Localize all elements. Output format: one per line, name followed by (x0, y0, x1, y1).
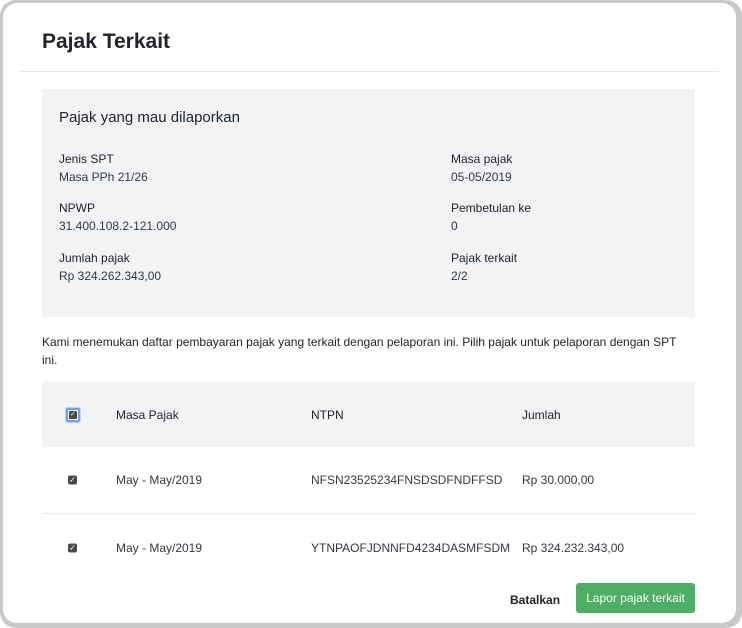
instruction-text: Kami menemukan daftar pembayaran pajak y… (42, 335, 677, 367)
field-pembetulan: Pembetulan ke 0 (451, 200, 531, 234)
field-label: NPWP (59, 201, 95, 215)
field-value: 31.400.108.2-121.000 (59, 219, 177, 233)
cell-masa-pajak: May - May/2019 (116, 540, 203, 555)
cell-jumlah: Rp 30.000,00 (522, 473, 595, 487)
field-label: Jenis SPT (59, 152, 114, 166)
report-related-tax-button[interactable]: Lapor pajak terkait (576, 583, 695, 613)
cell-masa-pajak: May - May/2019 (116, 473, 203, 487)
title-divider (19, 71, 719, 72)
checkbox-checked-icon: ✓ (69, 410, 77, 419)
field-value: Masa PPh 21/26 (59, 170, 148, 184)
field-label: Jumlah pajak (59, 251, 130, 265)
summary-heading: Pajak yang mau dilaporkan (59, 109, 240, 126)
field-label: Masa pajak (451, 152, 513, 166)
field-pajak-terkait: Pajak terkait 2/2 (451, 250, 517, 284)
tax-summary-card: Pajak yang mau dilaporkan Jenis SPT Masa… (42, 89, 695, 317)
field-jenis-spt: Jenis SPT Masa PPh 21/26 (59, 151, 148, 185)
field-npwp: NPWP 31.400.108.2-121.000 (59, 200, 176, 234)
table-row: ✓ May - May/2019 YTNPAOFJDNNFD4234DASMFS… (42, 514, 695, 581)
payment-table: ✓ Masa Pajak NTPN Jumlah ✓ May - May/201… (42, 382, 695, 581)
related-tax-modal: Pajak Terkait Pajak yang mau dilaporkan … (3, 3, 736, 623)
cell-ntpn: YTNPAOFJDNNFD4234DASMFSDM (311, 540, 511, 555)
cancel-button[interactable]: Batalkan (496, 585, 574, 615)
column-header-jumlah: Jumlah (522, 407, 561, 422)
cell-ntpn: NFSN23525234FNSDSDFNDFFSD (311, 473, 503, 487)
row-checkbox[interactable]: ✓ (68, 543, 77, 552)
table-header: ✓ Masa Pajak NTPN Jumlah (42, 382, 695, 447)
field-masa-pajak: Masa pajak 05-05/2019 (451, 151, 512, 185)
field-value: Rp 324.262.343,00 (59, 269, 162, 283)
table-row: ✓ May - May/2019 NFSN23525234FNSDSDFNDFF… (42, 447, 695, 514)
modal-title: Pajak Terkait (42, 30, 171, 53)
field-value: 0 (451, 219, 458, 233)
cell-jumlah: Rp 324.232.343,00 (522, 540, 625, 555)
field-label: Pembetulan ke (451, 201, 532, 215)
row-checkbox[interactable]: ✓ (68, 475, 77, 485)
column-header-ntpn: NTPN (311, 407, 344, 422)
column-header-masa-pajak: Masa Pajak (116, 407, 179, 422)
select-all-checkbox[interactable]: ✓ (66, 407, 80, 422)
field-label: Pajak terkait (451, 251, 518, 265)
field-jumlah-pajak: Jumlah pajak Rp 324.262.343,00 (59, 250, 161, 284)
field-value: 05-05/2019 (451, 170, 512, 184)
field-value: 2/2 (451, 269, 468, 283)
